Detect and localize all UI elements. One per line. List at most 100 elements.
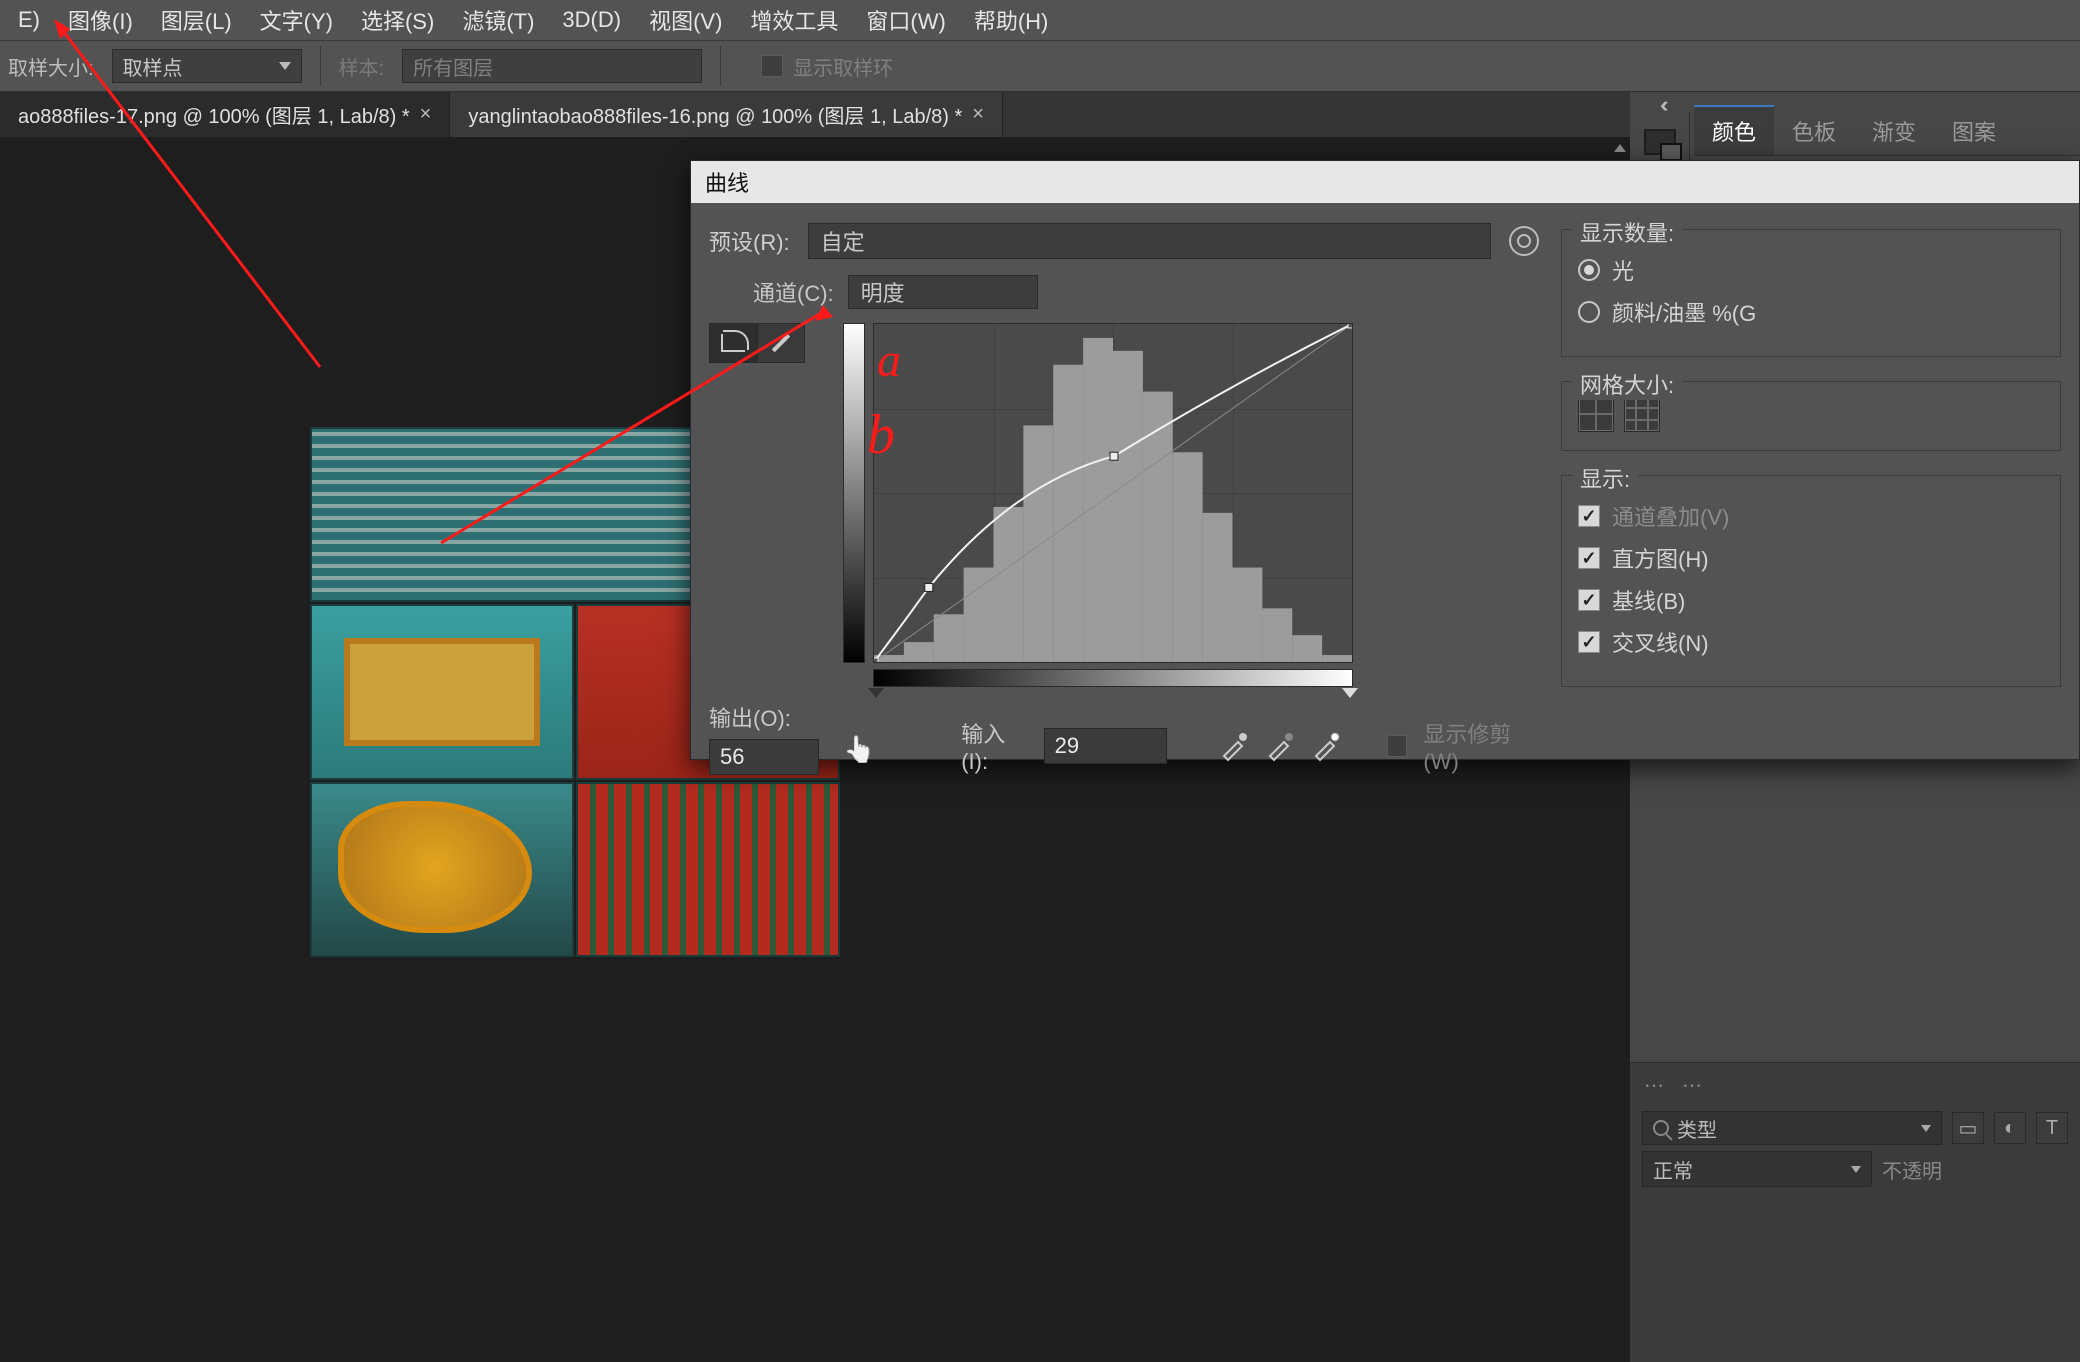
- menu-bar: E) 图像(I) 图层(L) 文字(Y) 选择(S) 滤镜(T) 3D(D) 视…: [0, 0, 2080, 40]
- menu-help[interactable]: 帮助(H): [960, 4, 1063, 36]
- annotation-b: b: [867, 403, 895, 467]
- scroll-up-icon[interactable]: [1610, 141, 1630, 155]
- grid-size-title: 网格大小:: [1572, 368, 1682, 400]
- preset-label: 预设(R):: [709, 225, 790, 257]
- menu-type[interactable]: 文字(Y): [246, 4, 347, 36]
- chevron-down-icon: [1921, 1125, 1931, 1132]
- channel-overlay-label: 通道叠加(V): [1612, 500, 1729, 532]
- search-icon: [1653, 1120, 1669, 1136]
- separator: [320, 46, 321, 86]
- close-icon[interactable]: ×: [420, 103, 432, 126]
- panel2-tab-a[interactable]: ⋯: [1644, 1073, 1664, 1098]
- eyedroppers: [1218, 730, 1342, 762]
- annotation-a: a: [877, 333, 901, 388]
- curves-graph[interactable]: [873, 323, 1353, 663]
- output-gradient: [843, 323, 865, 663]
- show-sample-ring-label: 显示取样环: [793, 52, 893, 81]
- chevron-down-icon: [279, 62, 291, 70]
- histogram-bars: [874, 338, 1352, 662]
- black-point-eyedropper[interactable]: [1218, 730, 1250, 762]
- amount-pigment-label: 颜料/油墨 %(G: [1612, 296, 1756, 328]
- baseline-checkbox[interactable]: ✓: [1578, 589, 1600, 611]
- tab-label: yanglintaobao888files-16.png @ 100% (图层 …: [468, 100, 962, 129]
- tab-label: ao888files-17.png @ 100% (图层 1, Lab/8) *: [18, 100, 410, 129]
- menu-filter[interactable]: 滤镜(T): [448, 4, 548, 36]
- baseline-label: 基线(B): [1612, 584, 1685, 616]
- sample-size-select[interactable]: 取样点: [112, 49, 302, 83]
- menu-3d[interactable]: 3D(D): [548, 7, 635, 33]
- channel-overlay-checkbox: ✓: [1578, 505, 1600, 527]
- preset-value: 自定: [821, 225, 865, 257]
- amount-pigment-radio[interactable]: [1578, 301, 1600, 323]
- show-title: 显示:: [1572, 462, 1638, 494]
- blend-mode-value: 正常: [1653, 1155, 1693, 1184]
- output-field[interactable]: 56: [709, 739, 819, 775]
- filter-pixel-icon[interactable]: ▭: [1952, 1112, 1984, 1144]
- sample-label: 样本:: [339, 52, 385, 81]
- curves-dialog: 曲线 预设(R): 自定 通道(C): 明度: [690, 160, 2080, 760]
- amount-light-radio[interactable]: [1578, 259, 1600, 281]
- gear-icon[interactable]: [1509, 226, 1539, 256]
- menu-view[interactable]: 视图(V): [635, 4, 736, 36]
- filter-type-icon[interactable]: T: [2036, 1112, 2068, 1144]
- dialog-title[interactable]: 曲线: [691, 161, 2079, 203]
- layers-panel: ⋯ ⋯ 类型 ▭ ◐ T 正常 不透明: [1630, 1062, 2080, 1362]
- filter-adjust-icon[interactable]: ◐: [1994, 1112, 2026, 1144]
- channel-select[interactable]: 明度: [848, 275, 1038, 309]
- sample-size-value: 取样点: [123, 52, 183, 81]
- channel-label: 通道(C):: [753, 276, 834, 308]
- menu-plugins[interactable]: 增效工具: [736, 4, 852, 36]
- menu-layer[interactable]: 图层(L): [147, 4, 246, 36]
- tab-swatches[interactable]: 色板: [1774, 107, 1854, 155]
- menu-select[interactable]: 选择(S): [347, 4, 448, 36]
- curve-point-tool[interactable]: [709, 323, 757, 363]
- separator: [720, 46, 721, 86]
- swatches-icon: [1644, 129, 1676, 155]
- histogram-checkbox[interactable]: ✓: [1578, 547, 1600, 569]
- layer-type-filter[interactable]: 类型: [1642, 1111, 1942, 1145]
- tab-document-1[interactable]: ao888files-17.png @ 100% (图层 1, Lab/8) *…: [0, 92, 450, 137]
- on-image-adjust-icon[interactable]: [843, 734, 873, 758]
- white-point-eyedropper[interactable]: [1310, 730, 1342, 762]
- curve-draw-tool[interactable]: [757, 323, 805, 363]
- tab-gradient[interactable]: 渐变: [1854, 107, 1934, 155]
- menu-edit[interactable]: E): [4, 7, 54, 33]
- panel2-tab-b[interactable]: ⋯: [1682, 1073, 1702, 1098]
- menu-window[interactable]: 窗口(W): [852, 4, 959, 36]
- show-sample-ring-checkbox[interactable]: [761, 55, 783, 77]
- close-icon[interactable]: ×: [972, 103, 984, 126]
- sample-layer-select[interactable]: 所有图层: [402, 49, 702, 83]
- input-gradient[interactable]: [873, 669, 1353, 687]
- sample-size-label: 取样大小:: [8, 52, 94, 81]
- channel-value: 明度: [861, 276, 905, 308]
- output-label: 输出(O):: [709, 701, 829, 733]
- layer-filter-label: 类型: [1677, 1114, 1717, 1143]
- options-bar: 取样大小: 取样点 样本: 所有图层 显示取样环: [0, 40, 2080, 92]
- gray-point-eyedropper[interactable]: [1264, 730, 1296, 762]
- pencil-icon: [772, 334, 790, 352]
- tab-color[interactable]: 颜色: [1694, 105, 1774, 155]
- grid-9-button[interactable]: [1624, 396, 1660, 432]
- histogram-label: 直方图(H): [1612, 542, 1709, 574]
- preset-select[interactable]: 自定: [808, 223, 1491, 259]
- input-field[interactable]: 29: [1044, 728, 1167, 764]
- sample-layer-value: 所有图层: [413, 52, 493, 81]
- amount-light-label: 光: [1612, 254, 1634, 286]
- tab-document-2[interactable]: yanglintaobao888files-16.png @ 100% (图层 …: [450, 92, 1003, 137]
- chevron-down-icon: [1851, 1166, 1861, 1173]
- opacity-label: 不透明: [1882, 1155, 1942, 1184]
- display-amount-title: 显示数量:: [1572, 216, 1682, 248]
- curve-icon: [721, 334, 745, 352]
- menu-image[interactable]: 图像(I): [54, 4, 147, 36]
- color-panel-tabs: 颜色 色板 渐变 图案: [1694, 112, 2080, 156]
- show-group: 显示: ✓ 通道叠加(V) ✓ 直方图(H) ✓ 基线(B) ✓ 交叉线(N): [1561, 475, 2061, 687]
- blend-mode-select[interactable]: 正常: [1642, 1151, 1872, 1187]
- show-clipping-checkbox[interactable]: [1387, 735, 1408, 757]
- display-amount-group: 显示数量: 光 颜料/油墨 %(G: [1561, 229, 2061, 357]
- input-label: 输入(I):: [961, 717, 1027, 775]
- intersection-label: 交叉线(N): [1612, 626, 1709, 658]
- show-clipping-label: 显示修剪(W): [1423, 717, 1539, 775]
- grid-4-button[interactable]: [1578, 396, 1614, 432]
- intersection-checkbox[interactable]: ✓: [1578, 631, 1600, 653]
- tab-pattern[interactable]: 图案: [1934, 107, 2014, 155]
